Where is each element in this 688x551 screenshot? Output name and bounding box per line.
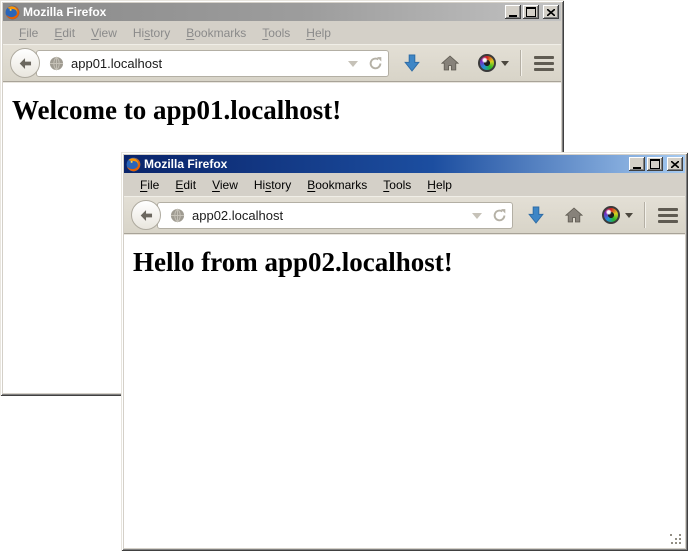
close-button[interactable] — [667, 157, 683, 171]
page-content: Hello from app02.localhost! — [124, 234, 685, 548]
hamburger-menu-icon — [658, 208, 678, 211]
firefox-icon — [126, 157, 141, 172]
url-bar[interactable]: app02.localhost — [157, 202, 513, 229]
url-text[interactable]: app02.localhost — [192, 208, 468, 223]
menu-item-help[interactable]: Help — [298, 24, 339, 42]
dropdown-caret-icon — [501, 61, 509, 66]
url-text[interactable]: app01.localhost — [71, 56, 344, 71]
reload-icon — [492, 208, 507, 223]
resize-grip[interactable] — [670, 533, 682, 545]
minimize-icon — [509, 15, 517, 17]
download-button[interactable] — [528, 206, 544, 224]
minimize-button[interactable] — [629, 157, 645, 171]
download-button[interactable] — [404, 54, 420, 72]
reload-icon — [368, 56, 383, 71]
menu-item-bookmarks[interactable]: Bookmarks — [299, 176, 375, 194]
window-controls — [627, 157, 683, 171]
dropdown-caret-icon — [625, 213, 633, 218]
colorwheel-addon-icon — [478, 54, 496, 72]
menu-item-edit[interactable]: Edit — [46, 24, 83, 42]
menu-item-tools[interactable]: Tools — [375, 176, 419, 194]
colorwheel-addon-button[interactable] — [478, 54, 509, 72]
back-arrow-icon — [18, 56, 33, 71]
minimize-button[interactable] — [505, 5, 521, 19]
navigation-toolbar: app01.localhost — [3, 44, 561, 82]
page-heading: Hello from app02.localhost! — [133, 247, 685, 278]
close-icon — [547, 9, 555, 16]
globe-icon — [170, 208, 185, 223]
reload-button[interactable] — [492, 208, 507, 223]
toolbar-separator — [520, 50, 521, 76]
hamburger-menu-icon — [534, 56, 554, 59]
back-arrow-icon — [139, 208, 154, 223]
menu-item-help[interactable]: Help — [419, 176, 460, 194]
window-controls — [503, 5, 559, 19]
colorwheel-addon-button[interactable] — [602, 206, 633, 224]
globe-icon — [49, 56, 64, 71]
menu-hamburger-button[interactable] — [534, 54, 554, 73]
close-button[interactable] — [543, 5, 559, 19]
download-arrow-icon — [528, 206, 544, 224]
download-arrow-icon — [404, 54, 420, 72]
menu-item-bookmarks[interactable]: Bookmarks — [178, 24, 254, 42]
menu-hamburger-button[interactable] — [658, 206, 678, 225]
maximize-icon — [650, 159, 660, 169]
close-icon — [671, 161, 679, 168]
menu-item-file[interactable]: File — [11, 24, 46, 42]
home-icon — [565, 207, 583, 223]
titlebar[interactable]: Mozilla Firefox — [124, 155, 685, 173]
menu-item-tools[interactable]: Tools — [254, 24, 298, 42]
reload-button[interactable] — [368, 56, 383, 71]
navigation-toolbar: app02.localhost — [124, 196, 685, 234]
browser-window-app02: Mozilla Firefox FileEditViewHistoryBookm… — [121, 152, 688, 551]
menubar: FileEditViewHistoryBookmarksToolsHelp — [3, 21, 561, 44]
home-button[interactable] — [565, 207, 583, 223]
home-icon — [441, 55, 459, 71]
maximize-button[interactable] — [647, 157, 663, 171]
firefox-icon — [5, 5, 20, 20]
window-title: Mozilla Firefox — [23, 3, 500, 21]
urlbar-dropdown-icon[interactable] — [472, 213, 482, 219]
toolbar-separator — [644, 202, 645, 228]
page-heading: Welcome to app01.localhost! — [12, 95, 561, 126]
url-bar[interactable]: app01.localhost — [36, 50, 389, 77]
back-button[interactable] — [10, 48, 40, 78]
back-button[interactable] — [131, 200, 161, 230]
menu-item-view[interactable]: View — [83, 24, 125, 42]
menu-item-file[interactable]: File — [132, 176, 167, 194]
home-button[interactable] — [441, 55, 459, 71]
minimize-icon — [633, 167, 641, 169]
window-title: Mozilla Firefox — [144, 155, 624, 173]
maximize-icon — [526, 7, 536, 17]
menu-item-history[interactable]: History — [125, 24, 178, 42]
colorwheel-addon-icon — [602, 206, 620, 224]
urlbar-dropdown-icon[interactable] — [348, 61, 358, 67]
maximize-button[interactable] — [523, 5, 539, 19]
menu-item-edit[interactable]: Edit — [167, 176, 204, 194]
menubar: FileEditViewHistoryBookmarksToolsHelp — [124, 173, 685, 196]
menu-item-view[interactable]: View — [204, 176, 246, 194]
menu-item-history[interactable]: History — [246, 176, 299, 194]
titlebar[interactable]: Mozilla Firefox — [3, 3, 561, 21]
